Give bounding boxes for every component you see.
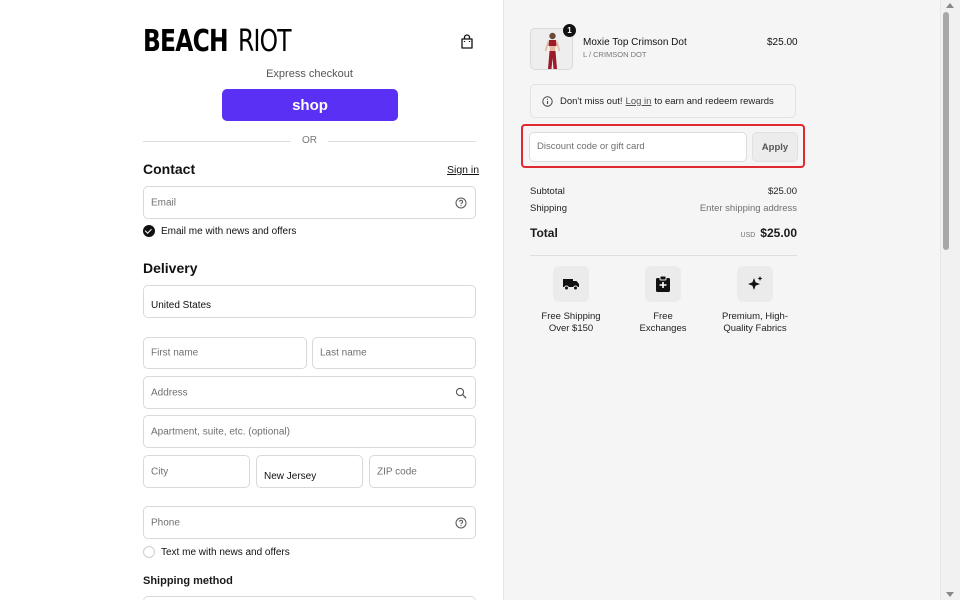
login-link[interactable]: Log in (626, 96, 652, 107)
feature-label-line2: Over $150 (548, 323, 594, 334)
phone-field[interactable]: Phone (143, 506, 476, 539)
quantity-badge: 1 (563, 24, 576, 37)
info-icon (542, 95, 553, 107)
currency-code: USD (740, 232, 756, 239)
feature-label-line2: Exchanges (639, 323, 687, 334)
city-field[interactable]: City (143, 455, 250, 488)
sms-label: Text me with news and offers (161, 546, 290, 558)
logo-part-riot: RIOT (237, 24, 292, 59)
total-amount: USD $25.00 (741, 226, 797, 240)
shipping-label: Shipping (530, 203, 567, 214)
delivery-heading: Delivery (143, 260, 198, 276)
total-row: Total USD $25.00 (530, 226, 797, 240)
summary-divider (530, 255, 797, 256)
truck-icon (563, 279, 579, 291)
checkbox-checked[interactable] (143, 225, 155, 237)
product-variant: L / CRIMSON DOT (583, 50, 647, 59)
state-value: New Jersey (264, 471, 317, 482)
zip-field[interactable]: ZIP code (369, 455, 476, 488)
feature-tile (645, 266, 681, 302)
apartment-placeholder: Apartment, suite, etc. (optional) (151, 426, 290, 437)
email-newsletter-checkbox[interactable]: Email me with news and offers (143, 225, 296, 237)
country-value: United States (151, 300, 212, 311)
shipping-method-box (143, 596, 476, 600)
last-name-placeholder: Last name (320, 347, 367, 359)
shipping-method-heading: Shipping method (143, 575, 233, 587)
shipping-row: Shipping Enter shipping address (530, 203, 797, 214)
subtotal-value: $25.00 (767, 186, 797, 197)
newsletter-label: Email me with news and offers (161, 225, 297, 237)
scrollbar-thumb[interactable] (943, 12, 949, 250)
feature-label-line1: Free (653, 311, 673, 322)
sign-in-link[interactable]: Sign in (447, 164, 479, 176)
scroll-up-arrow-icon[interactable] (946, 3, 954, 8)
email-placeholder: Email (151, 197, 177, 208)
zip-placeholder: ZIP code (377, 466, 417, 477)
state-select[interactable]: New Jersey (256, 455, 363, 488)
sms-newsletter-checkbox[interactable]: Text me with news and offers (143, 546, 290, 558)
apply-discount-button[interactable]: Apply (752, 132, 798, 162)
checkbox-unchecked[interactable] (143, 546, 155, 558)
address-placeholder: Address (151, 387, 188, 398)
feature-free-exchanges: Free Exchanges (618, 266, 708, 335)
apartment-field[interactable]: Apartment, suite, etc. (optional) (143, 415, 476, 448)
product-price: $25.00 (767, 37, 798, 48)
beach-riot-logo[interactable]: BEACH RIOT (143, 26, 305, 58)
discount-placeholder: Discount code or gift card (537, 141, 645, 152)
phone-placeholder: Phone (151, 517, 180, 528)
email-field[interactable]: Email (143, 186, 476, 219)
sparkle-icon (748, 276, 763, 290)
discount-code-input[interactable]: Discount code or gift card (529, 132, 747, 162)
feature-free-shipping: Free Shipping Over $150 (526, 266, 616, 335)
express-checkout-label: Express checkout (266, 68, 353, 80)
shopping-bag-icon[interactable] (460, 34, 474, 49)
feature-label-line2: Quality Fabrics (723, 323, 787, 334)
shop-pay-button[interactable]: shop (222, 89, 398, 121)
feature-label: Premium, High- Quality Fabrics (710, 311, 800, 335)
rewards-notice: Don't miss out! Log in to earn and redee… (530, 84, 796, 118)
notice-suffix: to earn and redeem rewards (654, 95, 774, 107)
contact-heading: Contact (143, 161, 196, 177)
first-name-placeholder: First name (151, 347, 199, 359)
scroll-down-arrow-icon[interactable] (946, 592, 954, 597)
checkout-form-panel: BEACH RIOT Express checkout shop OR Cont… (0, 0, 503, 600)
feature-label: Free Exchanges (618, 311, 708, 335)
feature-premium-fabrics: Premium, High- Quality Fabrics (710, 266, 800, 335)
feature-tile (737, 266, 773, 302)
logo-part-beach: BEACH (143, 24, 229, 59)
subtotal-label: Subtotal (530, 186, 565, 197)
search-icon (455, 387, 467, 398)
address-field[interactable]: Address (143, 376, 476, 409)
product-name: Moxie Top Crimson Dot (583, 37, 687, 48)
first-name-field[interactable]: First name (143, 337, 307, 369)
feature-label-line1: Free Shipping (541, 311, 601, 322)
total-label: Total (530, 226, 558, 240)
last-name-field[interactable]: Last name (312, 337, 476, 369)
subtotal-row: Subtotal $25.00 (530, 186, 797, 197)
city-placeholder: City (151, 466, 169, 477)
help-circle-icon[interactable] (455, 517, 467, 529)
total-value: $25.00 (760, 226, 797, 240)
or-divider: OR (143, 134, 476, 148)
feature-label: Free Shipping Over $150 (526, 311, 616, 335)
country-select[interactable]: United States (143, 285, 476, 318)
feature-tile (553, 266, 589, 302)
notice-prefix: Don't miss out! (560, 95, 623, 107)
shipping-value: Enter shipping address (699, 203, 797, 214)
feature-label-line1: Premium, High- (722, 311, 788, 322)
help-circle-icon[interactable] (455, 197, 467, 209)
page-scrollbar[interactable] (940, 0, 960, 600)
exchange-icon (656, 275, 670, 292)
divider-line-right (328, 141, 476, 142)
